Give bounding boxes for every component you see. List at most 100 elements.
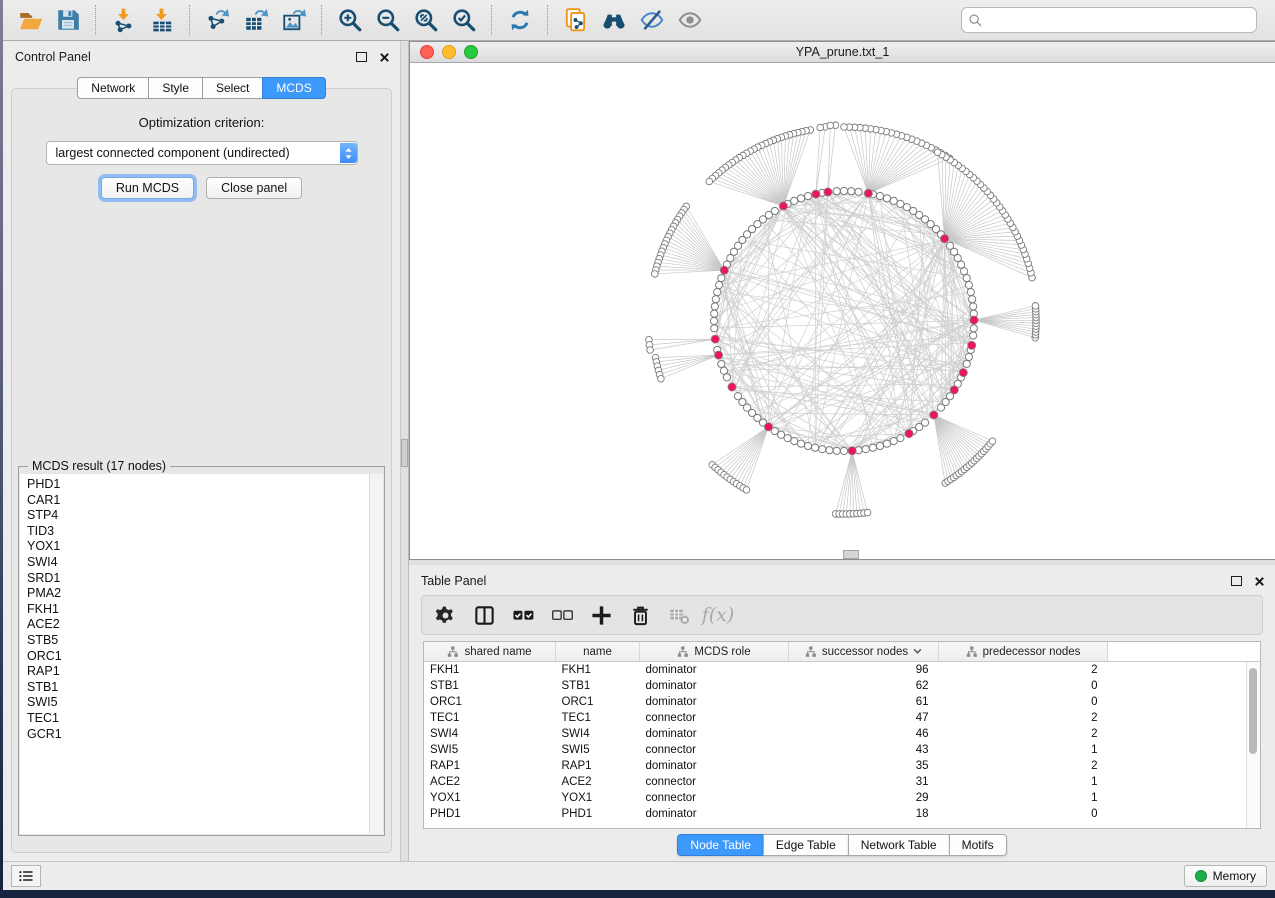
table-row[interactable]: SWI5SWI5connector431 (424, 742, 1260, 758)
tab-node-table[interactable]: Node Table (677, 834, 763, 856)
zoom-out-button[interactable] (369, 4, 407, 36)
tab-mcds[interactable]: MCDS (262, 77, 325, 99)
function-button: f(x) (703, 600, 733, 630)
mcds-result-item[interactable]: RAP1 (27, 664, 370, 680)
cell-mcds_role: connector (640, 742, 789, 758)
network-from-selection-button[interactable] (557, 4, 595, 36)
mcds-result-scrollbar[interactable] (369, 474, 383, 834)
table-scrollbar-thumb[interactable] (1249, 668, 1257, 754)
tab-style[interactable]: Style (148, 77, 202, 99)
console-toggle-button[interactable] (11, 865, 41, 887)
table-row[interactable]: ORC1ORC1dominator610 (424, 694, 1260, 710)
column-label: name (583, 646, 612, 658)
close-table-panel-icon[interactable] (1254, 576, 1265, 587)
zoom-selected-button[interactable] (445, 4, 483, 36)
mcds-result-item[interactable]: PMA2 (27, 586, 370, 602)
function-icon: f(x) (702, 604, 735, 626)
network-graph[interactable] (410, 63, 1275, 559)
mcds-result-item[interactable]: TEC1 (27, 711, 370, 727)
mcds-result-item[interactable]: STB5 (27, 633, 370, 649)
zoom-in-icon (337, 7, 363, 33)
mcds-result-item[interactable]: STB1 (27, 680, 370, 696)
tab-edge-table[interactable]: Edge Table (763, 834, 848, 856)
mcds-result-item[interactable]: FKH1 (27, 602, 370, 618)
zoom-fit-button[interactable] (407, 4, 445, 36)
float-panel-icon[interactable] (356, 52, 367, 62)
mcds-result-item[interactable]: SWI5 (27, 695, 370, 711)
table-row[interactable]: SWI4SWI4dominator462 (424, 726, 1260, 742)
refresh-button[interactable] (501, 4, 539, 36)
save-session-icon (55, 7, 81, 33)
column-header-successor-nodes[interactable]: successor nodes (789, 642, 939, 662)
export-table-button[interactable] (237, 4, 275, 36)
cell-name: STB1 (556, 678, 640, 694)
close-panel-icon[interactable] (379, 52, 390, 63)
find-button[interactable] (595, 4, 633, 36)
optimization-criterion-select[interactable]: largest connected component (undirected) (46, 141, 358, 165)
mcds-result-item[interactable]: CAR1 (27, 493, 370, 509)
cell-predecessor_nodes: 0 (939, 678, 1108, 694)
deselect-all-button[interactable] (547, 600, 577, 630)
panel-divider[interactable] (400, 41, 409, 861)
main-toolbar (3, 0, 1275, 41)
export-image-button[interactable] (275, 4, 313, 36)
show-all-button[interactable] (671, 4, 709, 36)
mcds-result-item[interactable]: ACE2 (27, 617, 370, 633)
columns-button[interactable] (469, 600, 499, 630)
settings-button[interactable] (430, 600, 460, 630)
import-table-icon (149, 7, 175, 33)
control-panel-title: Control Panel (15, 50, 91, 64)
select-all-button[interactable] (508, 600, 538, 630)
column-header-MCDS-role[interactable]: MCDS role (640, 642, 789, 662)
add-button[interactable] (586, 600, 616, 630)
table-row[interactable]: PHD1PHD1dominator180 (424, 806, 1260, 822)
network-canvas[interactable] (410, 63, 1275, 559)
search-icon (968, 13, 983, 28)
mcds-result-list[interactable]: PHD1CAR1STP4TID3YOX1SWI4SRD1PMA2FKH1ACE2… (20, 474, 370, 834)
horizontal-divider[interactable] (409, 560, 1275, 565)
delete-button[interactable] (625, 600, 655, 630)
column-header-name[interactable]: name (556, 642, 640, 662)
mcds-result-item[interactable]: SRD1 (27, 571, 370, 587)
float-table-panel-icon[interactable] (1231, 576, 1242, 586)
table-row[interactable]: TEC1TEC1connector472 (424, 710, 1260, 726)
run-mcds-button[interactable]: Run MCDS (101, 177, 194, 199)
tab-network[interactable]: Network (77, 77, 148, 99)
mcds-result-item[interactable]: YOX1 (27, 539, 370, 555)
column-header-predecessor-nodes[interactable]: predecessor nodes (939, 642, 1108, 662)
import-network-button[interactable] (105, 4, 143, 36)
table-scrollbar[interactable] (1246, 662, 1260, 828)
search-box[interactable] (961, 7, 1257, 33)
network-titlebar[interactable]: YPA_prune.txt_1 (410, 42, 1275, 63)
mcds-result-item[interactable]: STP4 (27, 508, 370, 524)
tab-select[interactable]: Select (202, 77, 262, 99)
close-panel-button[interactable]: Close panel (206, 177, 302, 199)
tab-network-table[interactable]: Network Table (848, 834, 949, 856)
mcds-result-item[interactable]: PHD1 (27, 477, 370, 493)
hide-selected-button[interactable] (633, 4, 671, 36)
table-row[interactable]: STB1STB1dominator620 (424, 678, 1260, 694)
mcds-result-item[interactable]: TID3 (27, 524, 370, 540)
mcds-result-item[interactable]: SWI4 (27, 555, 370, 571)
column-header-shared-name[interactable]: shared name (424, 642, 556, 662)
export-network-button[interactable] (199, 4, 237, 36)
mcds-result-item[interactable]: GCR1 (27, 727, 370, 743)
open-file-button[interactable] (11, 4, 49, 36)
canvas-divider-handle[interactable] (843, 550, 859, 559)
search-input[interactable] (987, 10, 1250, 30)
table-row[interactable]: FKH1FKH1dominator962 (424, 662, 1260, 679)
import-table-button[interactable] (143, 4, 181, 36)
divider-handle[interactable] (401, 439, 408, 467)
mcds-result-item[interactable]: ORC1 (27, 649, 370, 665)
cell-shared_name: TEC1 (424, 710, 556, 726)
table-row[interactable]: RAP1RAP1dominator352 (424, 758, 1260, 774)
memory-button[interactable]: Memory (1184, 865, 1267, 887)
zoom-in-button[interactable] (331, 4, 369, 36)
save-session-button[interactable] (49, 4, 87, 36)
table-row[interactable]: ACE2ACE2connector311 (424, 774, 1260, 790)
cytoscape-window: Control Panel NetworkStyleSelectMCDS Opt… (3, 0, 1275, 890)
cell-mcds_role: dominator (640, 694, 789, 710)
tab-motifs[interactable]: Motifs (949, 834, 1007, 856)
table-row[interactable]: YOX1YOX1connector291 (424, 790, 1260, 806)
network-view-window: YPA_prune.txt_1 (409, 41, 1275, 560)
